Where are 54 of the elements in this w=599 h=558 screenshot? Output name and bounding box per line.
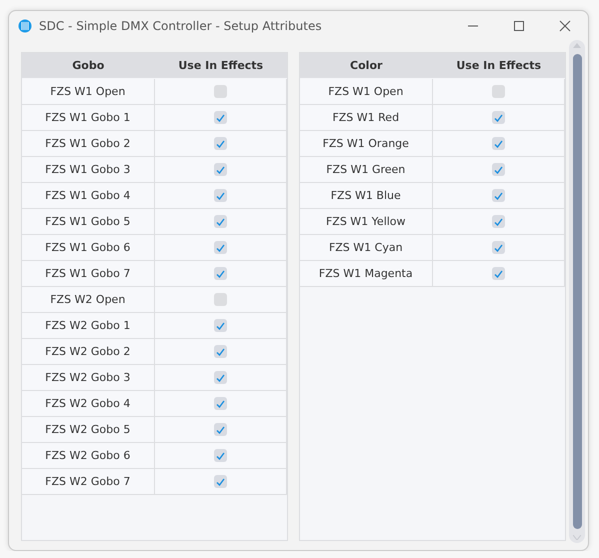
table-cell: FZS W1 Magenta xyxy=(300,261,432,287)
column-header[interactable]: Gobo xyxy=(22,53,154,78)
table-cell: FZS W2 Gobo 1 xyxy=(22,313,154,339)
checkbox[interactable] xyxy=(214,397,227,410)
checkbox[interactable] xyxy=(214,371,227,384)
checkbox[interactable] xyxy=(214,293,227,306)
table-cell: FZS W2 Gobo 3 xyxy=(22,365,154,391)
checkbox[interactable] xyxy=(492,189,505,202)
checkbox[interactable] xyxy=(492,163,505,176)
checkbox[interactable] xyxy=(214,163,227,176)
table-cell: FZS W1 Gobo 4 xyxy=(22,183,154,209)
checkbox[interactable] xyxy=(492,111,505,124)
checkbox[interactable] xyxy=(214,345,227,358)
table-cell: FZS W1 Gobo 3 xyxy=(22,157,154,183)
table-cell: FZS W1 Gobo 7 xyxy=(22,261,154,287)
column-header[interactable]: Use In Effects xyxy=(154,53,287,78)
checkbox[interactable] xyxy=(214,189,227,202)
checkbox[interactable] xyxy=(214,449,227,462)
table-cell: FZS W1 Green xyxy=(300,157,432,183)
checkbox[interactable] xyxy=(214,267,227,280)
table-cell: FZS W1 Gobo 6 xyxy=(22,235,154,261)
table-cell: FZS W2 Gobo 2 xyxy=(22,339,154,365)
checkbox[interactable] xyxy=(214,111,227,124)
table-cell: FZS W1 Orange xyxy=(300,131,432,157)
checkbox[interactable] xyxy=(214,241,227,254)
table-cell: FZS W1 Red xyxy=(300,105,432,131)
checkbox[interactable] xyxy=(214,137,227,150)
window-title: SDC - Simple DMX Controller - Setup Attributes xyxy=(39,18,323,32)
table-cell: FZS W2 Gobo 5 xyxy=(22,417,154,443)
checkbox[interactable] xyxy=(492,241,505,254)
app-icon xyxy=(18,18,32,32)
column-header[interactable]: Color xyxy=(300,53,432,78)
column-header[interactable]: Use In Effects xyxy=(432,53,565,78)
table-cell: FZS W1 Gobo 2 xyxy=(22,131,154,157)
table-cell: FZS W1 Blue xyxy=(300,183,432,209)
checkbox[interactable] xyxy=(214,319,227,332)
checkbox[interactable] xyxy=(492,85,505,98)
checkbox[interactable] xyxy=(214,215,227,228)
table-cell: FZS W1 Open xyxy=(22,79,154,105)
table-cell: FZS W2 Gobo 6 xyxy=(22,443,154,469)
table-cell: FZS W2 Gobo 4 xyxy=(22,391,154,417)
checkbox[interactable] xyxy=(492,267,505,280)
checkbox[interactable] xyxy=(214,475,227,488)
table-cell: FZS W1 Open xyxy=(300,79,432,105)
table-cell: FZS W1 Gobo 1 xyxy=(22,105,154,131)
checkbox[interactable] xyxy=(214,423,227,436)
table-cell: FZS W2 Gobo 7 xyxy=(22,469,154,495)
table-cell: FZS W1 Gobo 5 xyxy=(22,209,154,235)
checkbox[interactable] xyxy=(492,215,505,228)
table-cell: FZS W2 Open xyxy=(22,287,154,313)
checkbox[interactable] xyxy=(214,85,227,98)
table-cell: FZS W1 Yellow xyxy=(300,209,432,235)
table-cell: FZS W1 Cyan xyxy=(300,235,432,261)
checkbox[interactable] xyxy=(492,137,505,150)
